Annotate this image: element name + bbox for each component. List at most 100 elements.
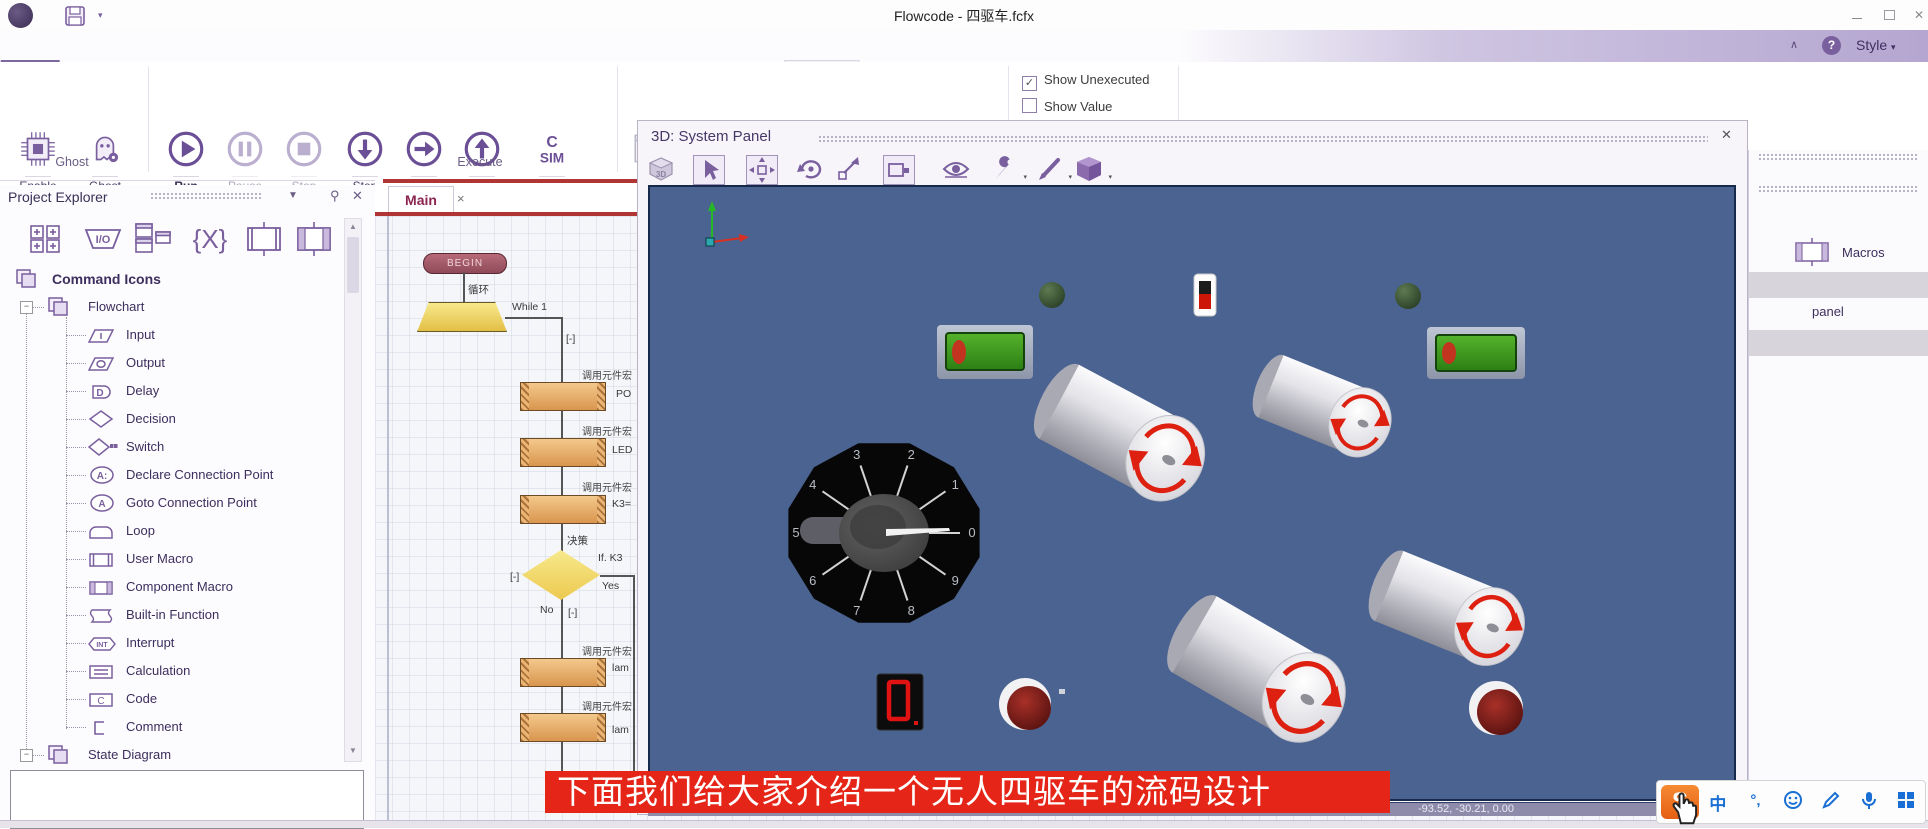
3d-tool-brush-icon[interactable]: ▾ xyxy=(1034,155,1064,183)
explorer-close-icon[interactable]: ✕ xyxy=(352,188,363,204)
explorer-tool-icon-0[interactable] xyxy=(25,222,65,261)
maximize-button[interactable] xyxy=(1876,6,1902,24)
flow-call-label: 调用元件宏 xyxy=(562,698,632,713)
explorer-tool-icon-5[interactable] xyxy=(292,222,336,261)
right-panel-drag-dots[interactable] xyxy=(1758,185,1918,193)
3d-tool-wrench-icon[interactable]: ▾ xyxy=(989,155,1019,183)
3d-tool-rotate-icon[interactable] xyxy=(796,155,826,183)
svg-text:{X}: {X} xyxy=(193,224,228,254)
ime-punct-icon[interactable]: °‚ xyxy=(1737,790,1775,815)
right-panel-drag-dots[interactable] xyxy=(1758,153,1918,161)
3d-panel-close-icon[interactable]: ✕ xyxy=(1721,127,1732,143)
ime-lang-icon[interactable]: 中 xyxy=(1699,790,1737,815)
3d-tool-box-icon[interactable]: ▾ xyxy=(1074,155,1104,183)
svg-text:1: 1 xyxy=(952,477,959,492)
flow-component-macro[interactable] xyxy=(520,438,606,467)
minimize-button[interactable] xyxy=(1844,6,1870,24)
flow-decision[interactable] xyxy=(522,550,600,600)
3d-scene: 0123456789 xyxy=(650,187,1734,799)
flow-while-label: While 1 xyxy=(512,301,547,313)
close-button[interactable]: ✕ xyxy=(1906,6,1928,24)
svg-text:2: 2 xyxy=(908,447,915,462)
tree-guide xyxy=(66,615,86,616)
3d-coordinates: -93.52, -30.21, 0.00 xyxy=(1418,803,1514,815)
3d-panel-drag-dots[interactable] xyxy=(818,135,1708,143)
ribbon-group-ghost: Ghost xyxy=(55,155,88,169)
3d-system-panel-window[interactable]: 3D: System Panel ✕ 3D▾▾▾ 0123456789 -93.… xyxy=(637,120,1748,815)
explorer-tool-icon-3[interactable]: {X} xyxy=(186,222,234,261)
right-panel-row[interactable] xyxy=(1749,330,1928,356)
3d-tool-move-icon[interactable] xyxy=(746,155,778,185)
flow-component-macro[interactable] xyxy=(520,713,606,742)
flow-begin[interactable]: BEGIN xyxy=(423,253,507,274)
rotary-dial: 0123456789 xyxy=(788,443,979,623)
flow-component-macro[interactable] xyxy=(520,495,606,524)
tree-guide xyxy=(66,671,86,672)
3d-tool-select-icon[interactable] xyxy=(693,155,725,185)
tree-guide xyxy=(26,307,27,757)
ime-mic-icon[interactable] xyxy=(1850,790,1888,815)
flow-collapse[interactable]: [-] xyxy=(568,607,577,619)
ribbon-separator xyxy=(148,66,149,172)
style-menu[interactable]: Style ▾ xyxy=(1856,37,1896,53)
tree-guide xyxy=(66,335,86,336)
tree-guide xyxy=(66,531,86,532)
tab-main[interactable]: Main xyxy=(388,186,454,214)
motor xyxy=(1023,355,1220,515)
checkbox-icon[interactable]: ✓ xyxy=(1022,76,1037,91)
green-led-sphere xyxy=(1039,282,1065,308)
tab-close-icon[interactable]: × xyxy=(457,191,465,206)
ime-pen-icon[interactable] xyxy=(1812,790,1850,815)
right-panel-row[interactable] xyxy=(1749,272,1928,298)
right-panel-row-panel[interactable]: panel xyxy=(1812,304,1844,319)
svg-text:C: C xyxy=(546,134,557,151)
flow-collapse[interactable]: [-] xyxy=(510,571,519,583)
explorer-toolbar: I/O {X} xyxy=(0,218,375,262)
tree-expander[interactable]: − xyxy=(20,749,33,762)
flow-loop[interactable] xyxy=(417,302,507,332)
explorer-tool-icon-2[interactable] xyxy=(132,222,176,261)
scroll-thumb[interactable] xyxy=(347,237,359,293)
project-explorer-title: Project Explorer xyxy=(8,189,108,205)
ime-grid-icon[interactable] xyxy=(1887,790,1925,815)
checkbox-show-unexecuted[interactable]: ✓Show Unexecuted xyxy=(1022,72,1150,91)
3d-tool-region-icon[interactable] xyxy=(883,155,915,185)
red-indicator xyxy=(1469,681,1523,735)
step-into-icon xyxy=(344,128,386,170)
flow-collapse[interactable]: [-] xyxy=(566,333,575,345)
flow-component-macro[interactable] xyxy=(520,658,606,687)
window-title: Flowcode - 四驱车.fcfx xyxy=(0,6,1928,26)
flow-macro-name: lam xyxy=(612,662,629,674)
checkbox-show-value[interactable]: Show Value xyxy=(1022,98,1112,114)
scroll-up-icon[interactable]: ▲ xyxy=(345,219,361,235)
3d-tool-scale-icon[interactable] xyxy=(834,155,864,183)
svg-text:A:: A: xyxy=(97,471,108,482)
3d-viewport[interactable]: 0123456789 xyxy=(648,185,1736,801)
explorer-drag-dots[interactable] xyxy=(150,192,262,200)
mouse-hand-cursor xyxy=(1668,790,1702,826)
svg-text:D: D xyxy=(96,388,103,399)
3d-tool-cube3d-icon[interactable]: 3D xyxy=(646,155,676,183)
tree-guide xyxy=(66,587,86,588)
output-icon xyxy=(88,354,114,382)
tree-expander[interactable]: − xyxy=(20,301,33,314)
checkbox-icon[interactable] xyxy=(1022,98,1037,113)
flow-component-macro[interactable] xyxy=(520,382,606,411)
explorer-tool-icon-4[interactable] xyxy=(242,222,286,261)
help-icon[interactable]: ? xyxy=(1822,36,1841,55)
title-bar: ▾ Flowcode - 四驱车.fcfx ✕ xyxy=(0,0,1928,30)
3d-tool-eye-icon[interactable] xyxy=(941,155,971,183)
builtin-icon xyxy=(88,606,114,634)
explorer-tool-icon-1[interactable]: I/O xyxy=(80,222,126,261)
tree-scrollbar[interactable]: ▲ ▼ xyxy=(344,218,362,762)
svg-text:I/O: I/O xyxy=(96,234,111,246)
svg-text:7: 7 xyxy=(853,603,860,618)
svg-text:SIM: SIM xyxy=(540,151,564,166)
tree-guide xyxy=(66,363,86,364)
explorer-menu-caret-icon[interactable]: ▼ xyxy=(288,190,298,201)
scroll-down-icon[interactable]: ▼ xyxy=(345,743,361,759)
ime-smiley-icon[interactable] xyxy=(1774,790,1812,815)
tree-guide xyxy=(66,317,67,729)
ribbon-collapse-icon[interactable]: ∧ xyxy=(1790,38,1798,51)
explorer-pin-icon[interactable]: ⚲ xyxy=(330,188,340,204)
